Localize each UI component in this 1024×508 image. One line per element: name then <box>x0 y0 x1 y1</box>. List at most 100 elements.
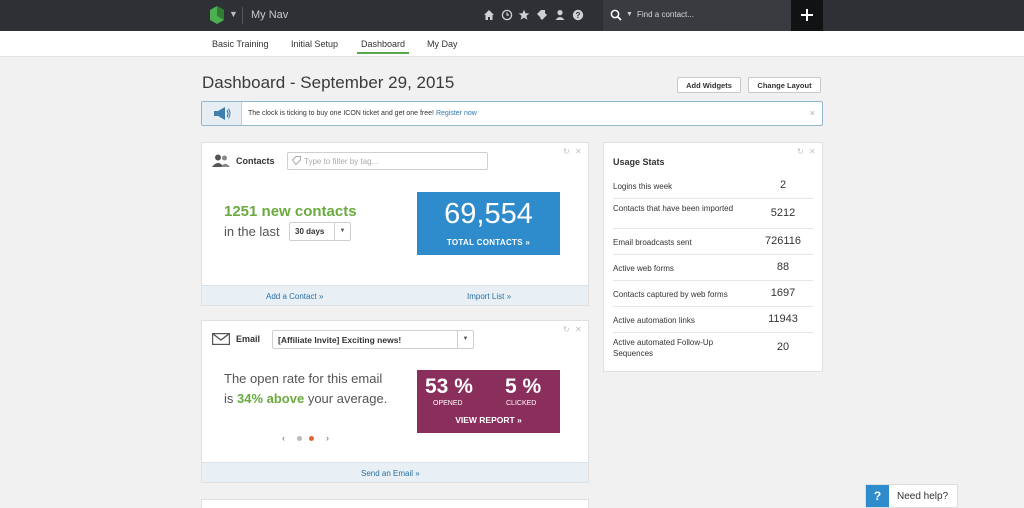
usage-row: Active automated Follow-Up Sequences 20 <box>613 333 813 365</box>
home-icon[interactable] <box>483 9 495 21</box>
search-icon[interactable] <box>610 9 622 21</box>
open-rate-highlight: 34% above <box>237 390 305 406</box>
opened-label: OPENED <box>433 400 463 407</box>
email-report-card[interactable]: 53 % OPENED 5 % CLICKED VIEW REPORT » <box>417 370 560 433</box>
period-select[interactable]: 30 days ▼ <box>289 222 351 241</box>
selected-email: [Affiliate Invite] Exciting news! <box>278 335 402 345</box>
announcement-banner: The clock is ticking to buy one ICON tic… <box>201 101 823 126</box>
usage-value: 2 <box>779 179 787 191</box>
usage-row: Active web forms 88 <box>613 255 813 281</box>
tab-dashboard[interactable]: Dashboard <box>361 39 405 49</box>
change-layout-button[interactable]: Change Layout <box>748 77 821 93</box>
tab-my-day[interactable]: My Day <box>427 39 458 49</box>
usage-stats-widget: Usage Stats ↻ ✕ Logins this week 2 Conta… <box>603 142 823 372</box>
banner-text: The clock is ticking to buy one ICON tic… <box>248 110 434 117</box>
close-icon[interactable]: ✕ <box>575 325 582 334</box>
usage-row: Contacts captured by web forms 1697 <box>613 281 813 307</box>
usage-label: Active web forms <box>613 264 674 273</box>
register-now-link[interactable]: Register now <box>436 110 477 117</box>
usage-stats-title: Usage Stats <box>613 157 665 167</box>
page-title: Dashboard - September 29, 2015 <box>202 73 455 92</box>
chevron-down-icon[interactable]: ▼ <box>457 331 473 348</box>
refresh-icon[interactable]: ↻ <box>797 147 804 156</box>
contacts-widget-footer: Add a Contact » Import List » <box>202 285 588 305</box>
tab-bar <box>0 31 1024 57</box>
usage-row: Email broadcasts sent 726116 <box>613 229 813 255</box>
new-contacts-count: 1251 new contacts <box>224 203 357 220</box>
next-chevron-icon[interactable]: › <box>326 433 329 443</box>
tag-icon <box>292 156 301 165</box>
usage-row: Logins this week 2 <box>613 173 813 199</box>
email-select[interactable]: [Affiliate Invite] Exciting news! ▼ <box>272 330 474 349</box>
clicked-percent: 5 % <box>505 375 542 398</box>
need-help-button[interactable]: ? Need help? <box>865 484 958 508</box>
user-icon[interactable] <box>554 9 566 21</box>
pager-dot[interactable] <box>297 436 302 441</box>
star-icon[interactable] <box>518 9 530 21</box>
in-the-last-label: in the last <box>224 224 280 239</box>
usage-label: Logins this week <box>613 182 673 191</box>
tab-basic-training[interactable]: Basic Training <box>212 39 269 49</box>
envelope-icon <box>212 333 230 345</box>
view-report-link[interactable]: VIEW REPORT » <box>417 415 560 425</box>
widget-partial <box>201 499 589 508</box>
usage-row: Contacts that have been imported 5212 <box>613 199 813 229</box>
usage-value: 11943 <box>768 313 798 325</box>
logo-icon[interactable] <box>210 6 224 24</box>
banner-message: The clock is ticking to buy one ICON tic… <box>248 110 477 117</box>
close-icon[interactable]: ✕ <box>575 147 582 156</box>
usage-row: Active automation links 11943 <box>613 307 813 333</box>
pager-dot-active[interactable] <box>309 436 314 441</box>
opened-percent: 53 % <box>425 375 473 398</box>
email-widget-footer: Send an Email » <box>202 462 588 482</box>
close-icon[interactable]: ✕ <box>809 147 816 156</box>
my-nav-label[interactable]: My Nav <box>251 9 288 21</box>
clicked-label: CLICKED <box>506 400 537 407</box>
period-value: 30 days <box>295 227 325 236</box>
usage-value: 726116 <box>765 235 801 247</box>
usage-label: Active automated Follow-Up Sequences <box>613 338 714 358</box>
contacts-icon <box>212 154 230 167</box>
search-scope-chevron-icon[interactable]: ▼ <box>626 11 633 18</box>
banner-close-icon[interactable]: × <box>810 108 815 118</box>
tab-initial-setup[interactable]: Initial Setup <box>291 39 338 49</box>
search-input[interactable]: Find a contact... <box>637 10 694 19</box>
previous-chevron-icon[interactable]: ‹ <box>282 433 285 443</box>
usage-value: 5212 <box>770 207 796 219</box>
plus-icon[interactable] <box>800 8 814 22</box>
add-contact-link[interactable]: Add a Contact » <box>266 292 323 301</box>
chevron-down-icon[interactable]: ▼ <box>334 223 350 240</box>
open-rate-summary: The open rate for this email is 34% abov… <box>224 369 394 408</box>
usage-label: Email broadcasts sent <box>613 238 692 247</box>
open-rate-text-end: your average. <box>304 390 388 406</box>
active-tab-indicator <box>357 52 409 54</box>
total-contacts-card[interactable]: 69,554 TOTAL CONTACTS » <box>417 192 560 255</box>
total-contacts-count: 69,554 <box>444 198 533 230</box>
banner-icon-box <box>202 102 242 125</box>
megaphone-icon <box>214 107 231 120</box>
usage-label: Contacts that have been imported <box>613 204 734 213</box>
question-icon: ? <box>866 485 889 507</box>
refresh-icon[interactable]: ↻ <box>563 147 570 156</box>
logo-dropdown-chevron-icon[interactable]: ▼ <box>229 9 238 19</box>
usage-value: 20 <box>776 341 790 353</box>
total-contacts-link[interactable]: TOTAL CONTACTS » <box>417 238 560 247</box>
tag-filter-input[interactable]: Type to filter by tag... <box>287 152 488 170</box>
send-email-link[interactable]: Send an Email » <box>361 469 420 478</box>
need-help-label: Need help? <box>897 491 949 502</box>
import-list-link[interactable]: Import List » <box>467 292 511 301</box>
usage-label: Active automation links <box>613 316 695 325</box>
add-widgets-button[interactable]: Add Widgets <box>677 77 741 93</box>
usage-value: 1697 <box>770 287 796 299</box>
usage-label: Contacts captured by web forms <box>613 290 728 299</box>
contacts-widget: Contacts Type to filter by tag... ↻ ✕ 12… <box>201 142 589 306</box>
usage-value: 88 <box>776 261 790 273</box>
tags-icon[interactable] <box>536 9 548 21</box>
email-widget-title: Email <box>236 334 261 344</box>
clock-icon[interactable] <box>501 9 513 21</box>
divider <box>242 7 243 24</box>
svg-text:?: ? <box>576 11 581 20</box>
refresh-icon[interactable]: ↻ <box>563 325 570 334</box>
email-widget: Email [Affiliate Invite] Exciting news! … <box>201 320 589 483</box>
help-icon[interactable]: ? <box>572 9 584 21</box>
